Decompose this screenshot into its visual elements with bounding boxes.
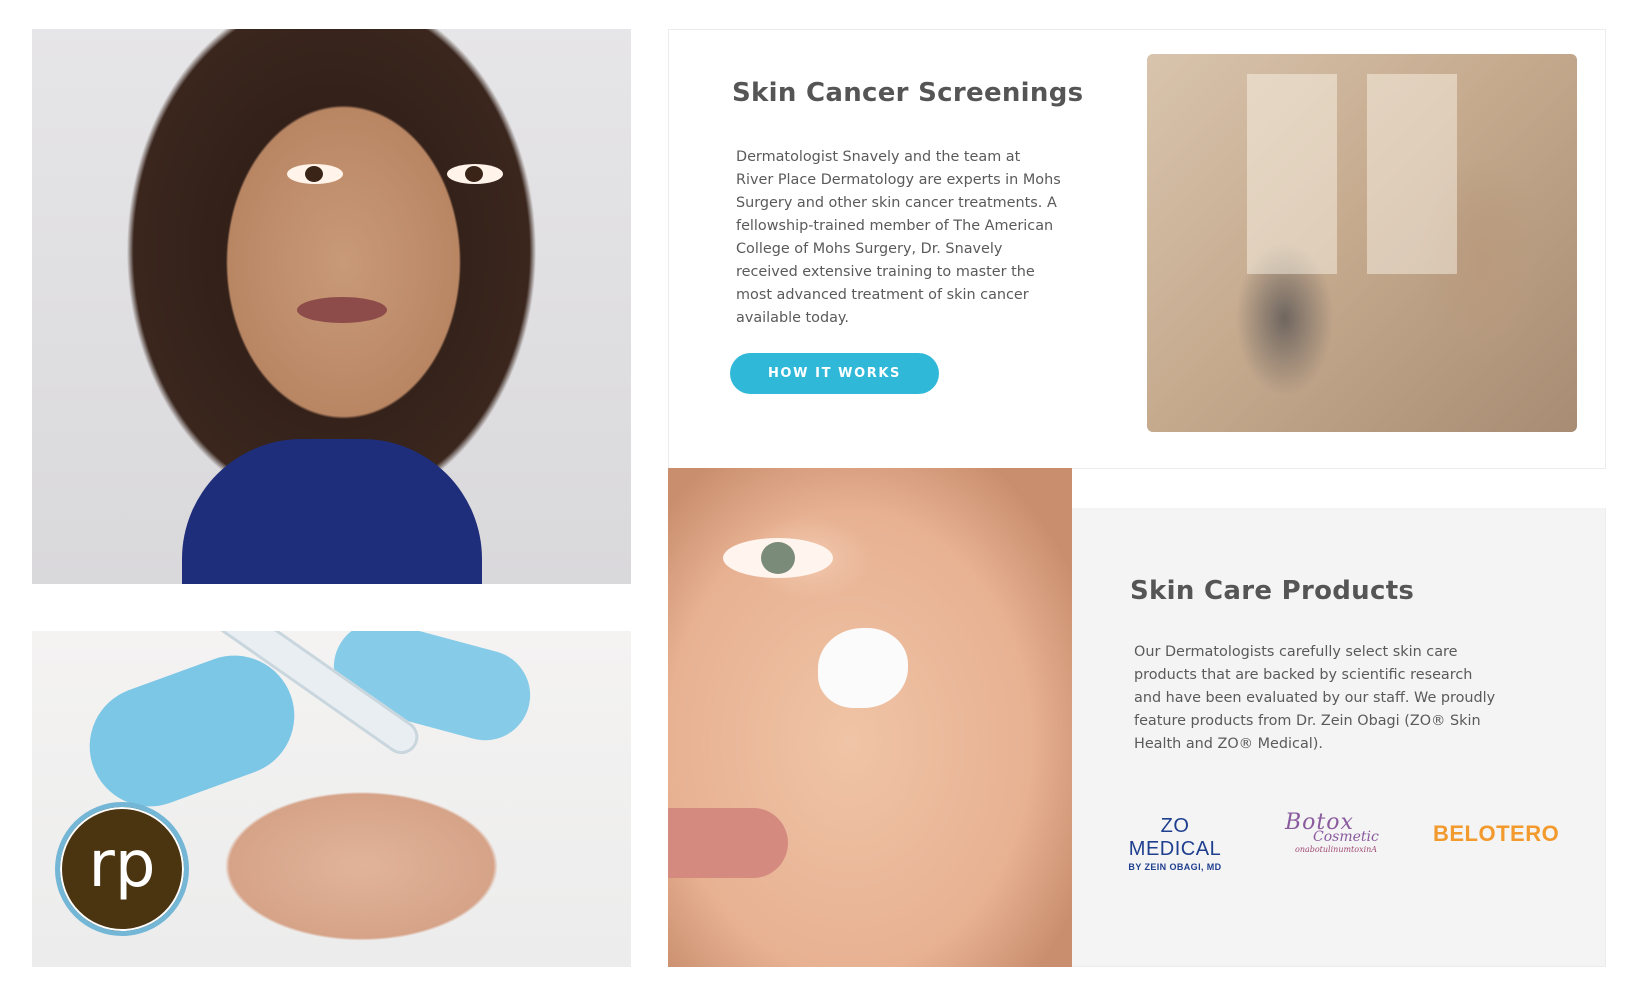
skincare-face-photo	[668, 468, 1072, 967]
zo-medical-logo[interactable]: ZO MEDICAL BY ZEIN OBAGI, MD	[1112, 815, 1238, 872]
products-heading: Skin Care Products	[1130, 576, 1415, 606]
face-eye	[723, 538, 833, 578]
zo-medical-logo-subtext: BY ZEIN OBAGI, MD	[1128, 862, 1222, 872]
belotero-logo[interactable]: BELOTERO	[1433, 821, 1559, 847]
screening-description: Dermatologist Snavely and the team at Ri…	[736, 149, 1061, 326]
how-it-works-button[interactable]: HOW IT WORKS	[730, 353, 939, 394]
botox-logo-subtext: Cosmetic	[1313, 829, 1379, 845]
window-shape	[1367, 74, 1457, 274]
cream-dab	[818, 628, 908, 708]
zo-medical-logo-text: ZO MEDICAL	[1128, 815, 1222, 860]
portrait-shirt	[182, 439, 482, 584]
screening-heading: Skin Cancer Screenings	[732, 78, 1084, 108]
dancing-family-photo	[1147, 54, 1577, 432]
portrait-lips	[297, 297, 387, 323]
portrait-photo	[32, 29, 631, 584]
botox-logo-generic: onabotulinumtoxinA	[1295, 845, 1378, 854]
face-lips	[668, 808, 788, 878]
products-description: Our Dermatologists carefully select skin…	[1134, 644, 1496, 752]
portrait-eye-right	[447, 164, 503, 184]
rp-logo-badge[interactable]: rp	[55, 802, 189, 936]
portrait-eye-left	[287, 164, 343, 184]
window-shape	[1247, 74, 1337, 274]
botox-cosmetic-logo[interactable]: Botox Cosmetic onabotulinumtoxinA	[1285, 810, 1389, 854]
